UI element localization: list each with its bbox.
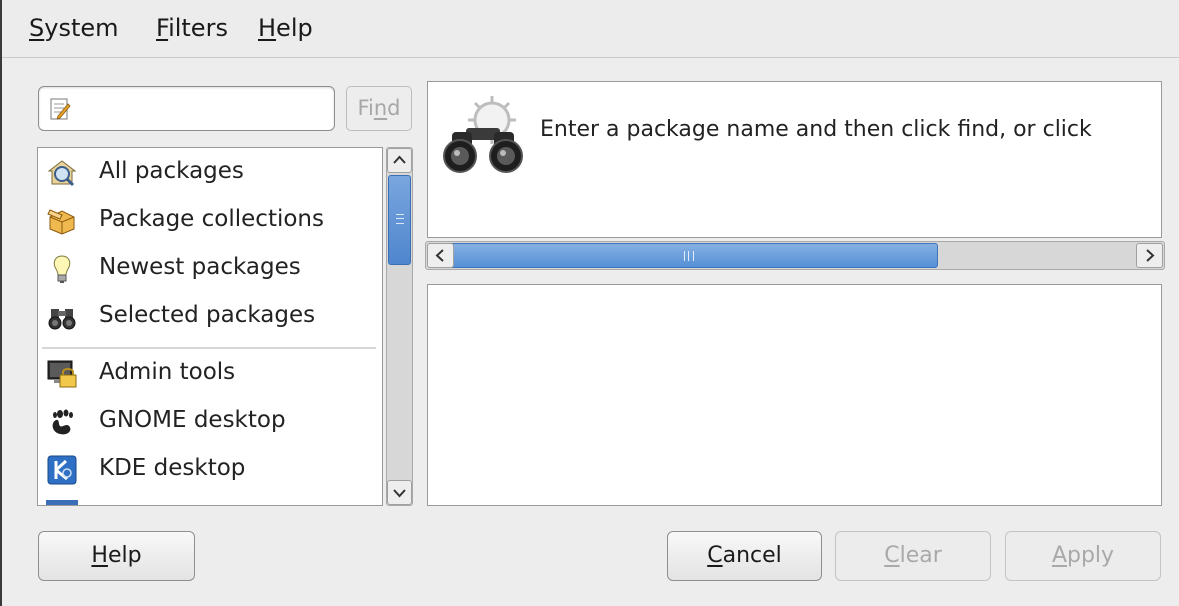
- lightbulb-icon: [53, 255, 71, 283]
- menu-help[interactable]: Help: [258, 14, 313, 42]
- category-partial-item: [38, 496, 382, 505]
- category-admin-tools[interactable]: Admin tools: [38, 350, 382, 398]
- vertical-scroll-thumb[interactable]: [388, 175, 411, 265]
- admin-lock-icon: [47, 360, 77, 388]
- binoculars-icon: [48, 309, 76, 330]
- kde-icon: [47, 455, 77, 485]
- category-separator: [42, 347, 376, 349]
- binoculars-gear-icon: [443, 96, 523, 173]
- description-text: Enter a package name and then click find…: [540, 117, 1092, 142]
- horizontal-grip-icon: [684, 251, 694, 261]
- category-label: KDE desktop: [99, 455, 246, 481]
- menu-filters[interactable]: Filters: [156, 14, 228, 42]
- category-package-collections[interactable]: Package collections: [38, 197, 382, 245]
- category-label: All packages: [99, 158, 244, 184]
- scroll-right-button[interactable]: [1136, 243, 1163, 268]
- category-label: GNOME desktop: [99, 407, 286, 433]
- chevron-right-icon: [1146, 249, 1155, 262]
- description-horizontal-scrollbar[interactable]: [425, 241, 1165, 270]
- chevron-down-icon: [393, 489, 406, 498]
- menu-system-label: ystem: [44, 14, 119, 42]
- magnifier-icon: [47, 160, 77, 187]
- cancel-button[interactable]: Cancel: [667, 531, 822, 581]
- clear-button[interactable]: Clear: [835, 531, 991, 581]
- chevron-left-icon: [435, 249, 444, 262]
- gnome-foot-icon: [52, 409, 73, 435]
- scroll-left-button[interactable]: [427, 243, 454, 268]
- clear-mnemonic: C: [884, 543, 900, 568]
- package-list[interactable]: [427, 284, 1162, 506]
- find-mnemonic: n: [373, 96, 388, 120]
- category-gnome-desktop[interactable]: GNOME desktop: [38, 398, 382, 446]
- chevron-up-icon: [393, 155, 406, 164]
- vertical-grip-icon: [396, 214, 404, 224]
- apply-mnemonic: A: [1051, 543, 1067, 568]
- apply-label: pply: [1067, 543, 1115, 568]
- menu-system-mnemonic: S: [29, 14, 45, 42]
- find-label-pre: Fi: [357, 96, 374, 120]
- category-vertical-scrollbar[interactable]: [386, 147, 413, 506]
- box-icon: [47, 209, 75, 235]
- search-input[interactable]: [79, 93, 324, 124]
- cancel-mnemonic: C: [707, 543, 723, 568]
- find-button[interactable]: Find: [346, 86, 412, 131]
- menu-filters-label: ilters: [168, 14, 228, 42]
- scroll-down-button[interactable]: [387, 480, 412, 505]
- menubar: System Filters Help: [2, 0, 1179, 58]
- clear-label: lear: [899, 543, 942, 568]
- menu-help-mnemonic: H: [258, 14, 277, 42]
- find-label-post: d: [387, 96, 401, 120]
- description-panel: Enter a package name and then click find…: [427, 81, 1162, 238]
- category-label: Package collections: [99, 206, 324, 232]
- category-label: Admin tools: [99, 359, 236, 385]
- horizontal-scroll-thumb[interactable]: [428, 243, 938, 268]
- category-label: Newest packages: [99, 254, 301, 280]
- menu-system[interactable]: System: [29, 14, 119, 42]
- edit-document-icon: [50, 98, 71, 120]
- scroll-up-button[interactable]: [387, 148, 412, 173]
- category-selected-packages[interactable]: Selected packages: [38, 293, 382, 341]
- window-left-border: [0, 0, 2, 606]
- partial-item-icon: [46, 500, 78, 505]
- category-kde-desktop[interactable]: KDE desktop: [38, 446, 382, 494]
- search-entry[interactable]: [38, 86, 335, 131]
- category-all-packages[interactable]: All packages: [38, 149, 382, 197]
- menu-filters-mnemonic: F: [156, 14, 169, 42]
- help-label: elp: [107, 543, 142, 568]
- category-list[interactable]: All packages Package collections Newest …: [37, 147, 383, 506]
- category-label: Selected packages: [99, 302, 316, 328]
- help-button[interactable]: Help: [38, 531, 195, 581]
- menu-help-label: elp: [276, 14, 313, 42]
- apply-button[interactable]: Apply: [1005, 531, 1161, 581]
- cancel-label: ancel: [722, 543, 782, 568]
- category-newest-packages[interactable]: Newest packages: [38, 245, 382, 293]
- help-mnemonic: H: [91, 543, 108, 568]
